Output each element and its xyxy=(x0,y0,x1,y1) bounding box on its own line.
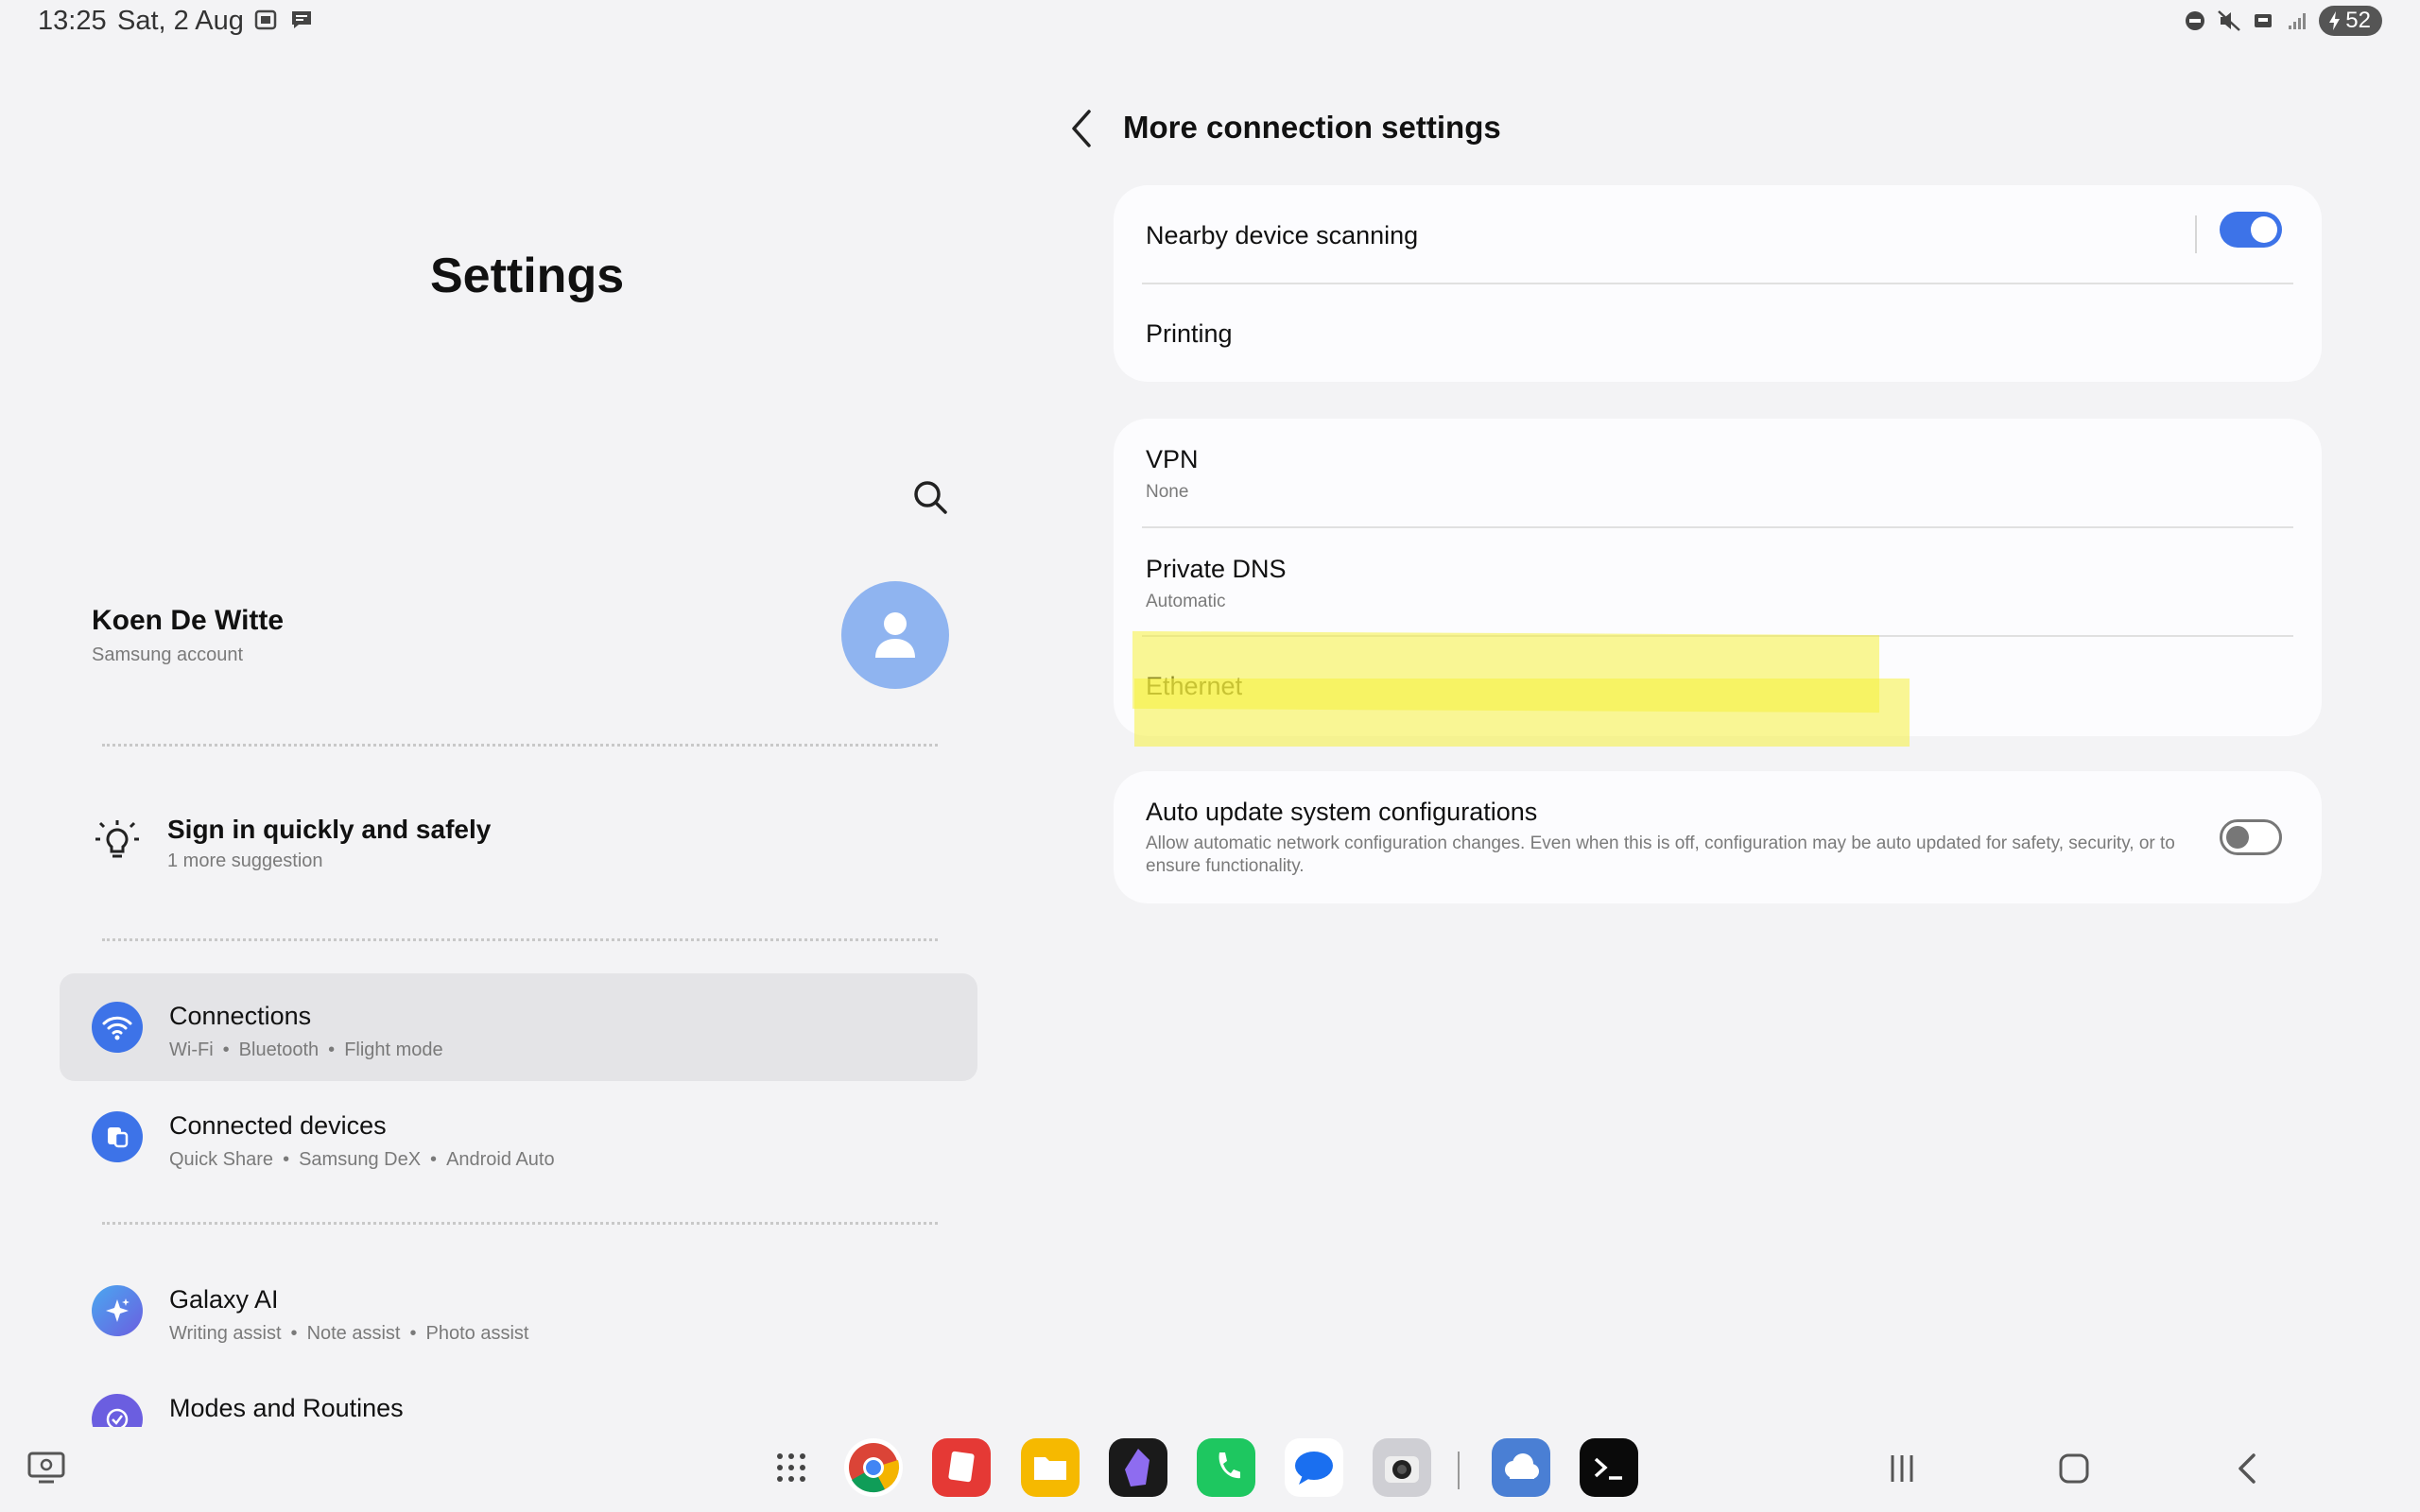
status-time: 13:25 xyxy=(38,6,107,36)
menu-title: Connections xyxy=(169,1002,312,1030)
menu-item-connections[interactable]: Connections Wi-Fi • Bluetooth • Flight mode xyxy=(60,973,977,1081)
highlight-marker xyxy=(1134,679,1910,747)
notes-icon[interactable] xyxy=(932,1438,991,1497)
back-chevron-icon[interactable] xyxy=(1063,106,1100,151)
row-title: Private DNS xyxy=(1146,555,1287,583)
divider xyxy=(1142,283,2293,284)
row-title: VPN xyxy=(1146,445,1199,473)
suggestion-sub: 1 more suggestion xyxy=(167,850,323,871)
screenshot-icon xyxy=(254,9,277,30)
menu-sub: Wi-Fi • Bluetooth • Flight mode xyxy=(169,1040,443,1060)
status-bar: 13:25 Sat, 2 Aug 52 xyxy=(0,0,2420,45)
divider xyxy=(1142,526,2293,528)
row-sub: Automatic xyxy=(1146,592,1226,611)
page-title: More connection settings xyxy=(1123,110,1501,145)
home-nav-icon[interactable] xyxy=(2053,1448,2095,1489)
app-drawer-icon[interactable] xyxy=(762,1438,821,1497)
status-date: Sat, 2 Aug xyxy=(117,6,244,36)
signal-icon xyxy=(2289,13,2307,29)
charging-icon xyxy=(2329,11,2341,30)
row-title: Nearby device scanning xyxy=(1146,221,1419,249)
dock-separator xyxy=(1458,1452,1460,1489)
galaxy-ai-icon xyxy=(92,1285,143,1336)
nearby-device-scanning-row[interactable]: Nearby device scanning xyxy=(1146,221,2295,278)
avatar[interactable] xyxy=(841,581,949,689)
divider xyxy=(102,744,938,747)
vpn-row[interactable]: VPN None xyxy=(1146,445,2295,503)
menu-item-connected-devices[interactable]: Connected devices Quick Share • Samsung De… xyxy=(60,1083,977,1191)
lightbulb-icon xyxy=(95,820,139,858)
taskbar xyxy=(0,1429,2420,1512)
separator xyxy=(2195,215,2197,253)
auto-update-toggle[interactable] xyxy=(2220,819,2282,855)
divider xyxy=(102,938,938,941)
account-sub: Samsung account xyxy=(92,644,244,665)
onedrive-icon[interactable] xyxy=(1492,1438,1550,1497)
do-not-disturb-icon xyxy=(2186,11,2205,30)
chrome-icon[interactable] xyxy=(844,1438,903,1497)
nearby-scanning-toggle[interactable] xyxy=(2220,212,2282,248)
menu-title: Modes and Routines xyxy=(169,1394,404,1422)
search-icon[interactable] xyxy=(908,474,953,520)
printing-row[interactable]: Printing xyxy=(1146,319,2295,349)
connected-devices-icon xyxy=(92,1111,143,1162)
menu-sub: Writing assist • Note assist • Photo assist xyxy=(169,1323,529,1344)
suggestion-title: Sign in quickly and safely xyxy=(167,815,492,844)
row-title: Printing xyxy=(1146,319,1233,348)
menu-title: Galaxy AI xyxy=(169,1285,279,1314)
obsidian-icon[interactable] xyxy=(1109,1438,1167,1497)
messages-icon[interactable] xyxy=(1285,1438,1343,1497)
message-icon xyxy=(292,11,311,28)
terminal-icon[interactable] xyxy=(1580,1438,1638,1497)
menu-item-modes-and-routines[interactable]: Modes and Routines xyxy=(60,1366,977,1427)
phone-icon[interactable] xyxy=(1197,1438,1255,1497)
battery-indicator: 52 xyxy=(2319,6,2382,36)
menu-title: Connected devices xyxy=(169,1111,387,1140)
my-files-icon[interactable] xyxy=(1021,1438,1080,1497)
camera-icon[interactable] xyxy=(1373,1438,1431,1497)
menu-item-galaxy-ai[interactable]: Galaxy AI Writing assist • Note assist • Pho… xyxy=(60,1257,977,1365)
ethernet-status-icon xyxy=(2255,14,2273,27)
row-sub: None xyxy=(1146,482,1189,502)
card-auto-update: Auto update system configurations Allow … xyxy=(1114,771,2322,903)
settings-title: Settings xyxy=(430,249,625,303)
account-name: Koen De Witte xyxy=(92,605,285,636)
recents-nav-icon[interactable] xyxy=(1881,1448,1923,1489)
row-sub: Allow automatic network configuration ch… xyxy=(1146,833,2175,876)
mute-icon xyxy=(2218,10,2241,31)
row-title: Auto update system configurations xyxy=(1146,798,1538,826)
person-icon xyxy=(875,612,915,658)
card-nearby-printing: Nearby device scanning Printing xyxy=(1114,185,2322,382)
recent-apps-panel-icon[interactable] xyxy=(26,1448,66,1487)
battery-level: 52 xyxy=(2345,8,2371,33)
divider xyxy=(102,1222,938,1225)
wifi-icon xyxy=(92,1002,143,1053)
modes-icon xyxy=(92,1394,143,1427)
auto-update-row[interactable]: Auto update system configurations Allow … xyxy=(1146,798,2180,878)
menu-sub: Quick Share • Samsung DeX • Android Auto xyxy=(169,1149,555,1170)
private-dns-row[interactable]: Private DNS Automatic xyxy=(1146,555,2295,612)
back-nav-icon[interactable] xyxy=(2227,1448,2269,1489)
